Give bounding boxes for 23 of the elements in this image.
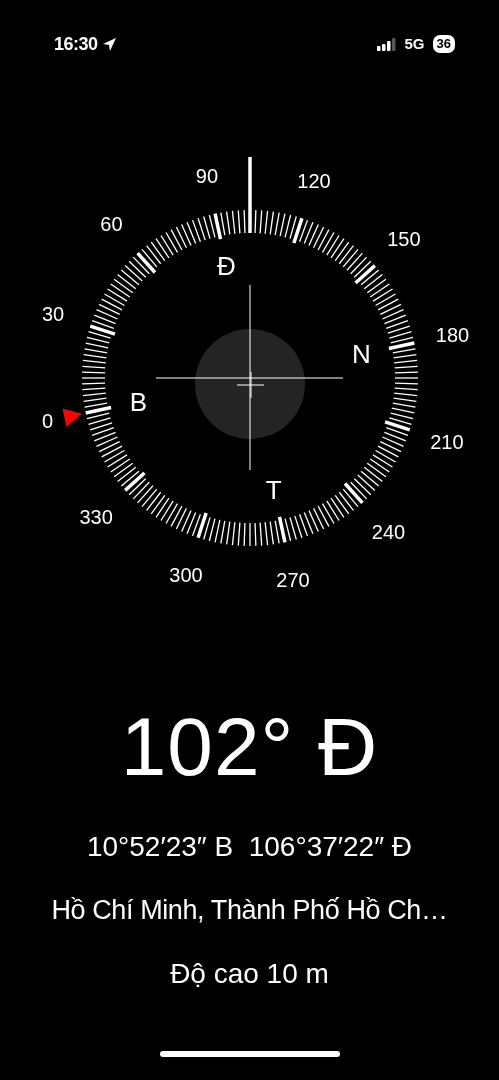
degree-label: 60 (100, 213, 123, 236)
degree-label: 30 (42, 303, 65, 326)
network-label: 5G (404, 33, 425, 54)
degree-label: 180 (435, 323, 470, 346)
degree-label: 210 (430, 430, 464, 453)
cardinal-label: Đ (216, 251, 236, 282)
degree-label: 90 (195, 164, 219, 187)
degree-label: 120 (297, 170, 331, 193)
altitude-text: Độ cao 10 m (169, 956, 330, 991)
degree-label: 270 (276, 569, 310, 592)
status-time: 16:30 (54, 32, 98, 56)
coordinates-text: 10°52′23″ B 106°37′22″ Đ (85, 830, 414, 864)
degree-label: 150 (387, 228, 421, 251)
cardinal-label: N (352, 339, 371, 370)
cardinal-label: T (265, 474, 282, 505)
degree-label: 330 (79, 505, 113, 528)
degree-label: 300 (169, 563, 203, 586)
degree-label: 0 (41, 410, 54, 433)
cardinal-label: B (129, 386, 148, 417)
battery-level: 36 (432, 35, 455, 53)
location-name: Hồ Chí Minh, Thành Phố Hồ Ch… (50, 894, 449, 927)
degree-label: 240 (371, 520, 406, 543)
heading-reading: 102° Đ (119, 706, 380, 788)
